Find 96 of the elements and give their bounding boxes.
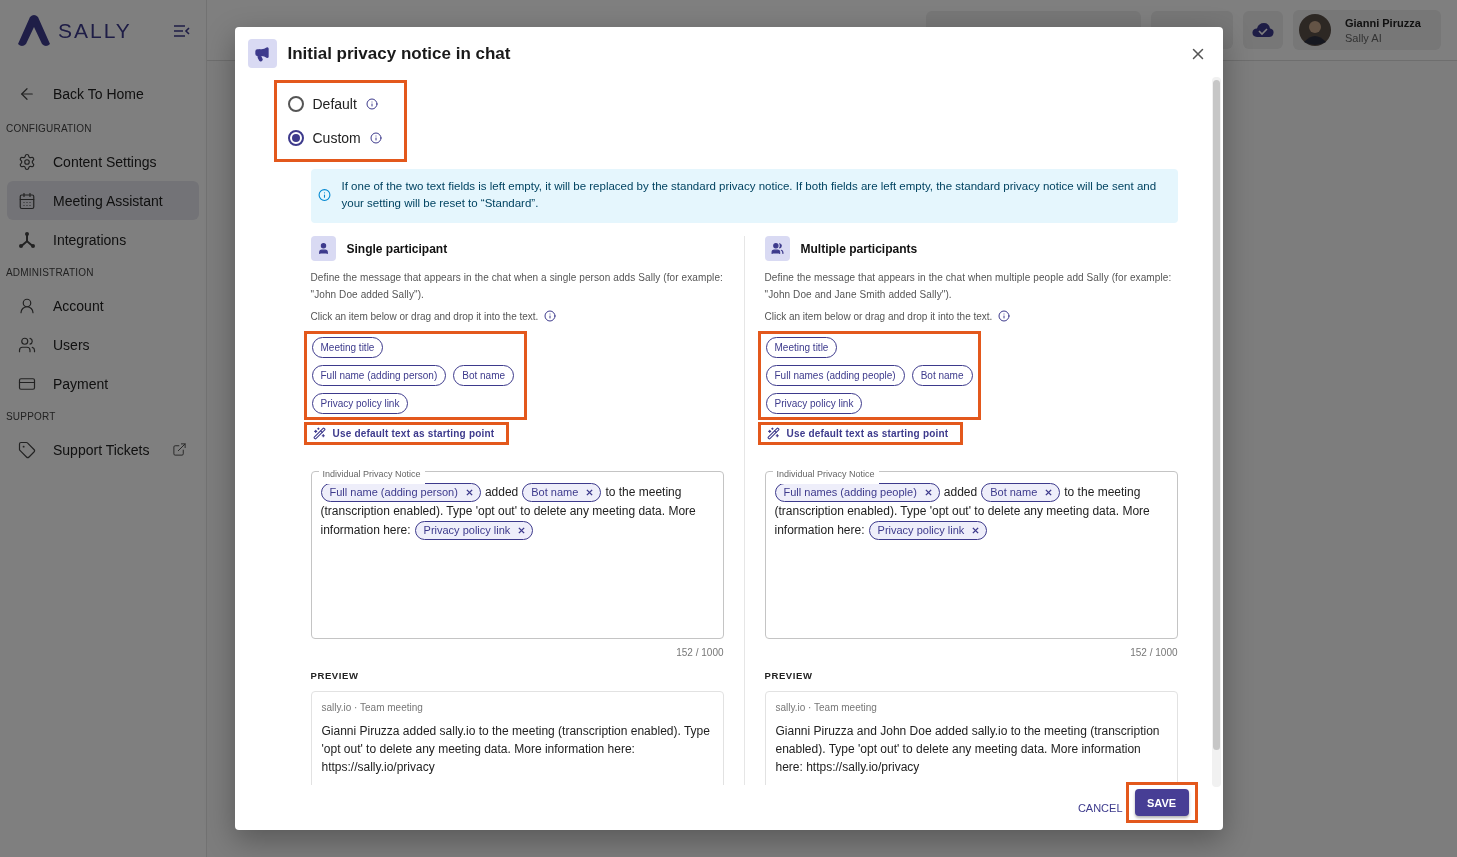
sidebar-item-label: Integrations [53,231,128,248]
default-text-button[interactable]: Use default text as starting point [760,425,961,442]
radio-label: Custom [312,130,361,146]
section-title: ADMINISTRATION [5,266,95,280]
wand-icon [766,427,780,440]
token-chip[interactable]: Privacy policy link [868,521,988,540]
editor-text: (transcription enabled). Type 'opt out' to delete any meeting data. More [320,503,696,520]
sidebar-item-label: Content Settings [53,153,158,170]
description: Define the message that appears in the chat when multiple people add Sally (for example: "John Doe and Jane Smith added Sally"). [764,271,1173,302]
preview-meta: sally.io · Team meeting [775,702,878,713]
cancel-button[interactable]: CANCEL [1075,797,1125,818]
token-chip[interactable]: Bot name [522,483,602,502]
user-card[interactable]: Gianni Piruzza Sally AI [1293,10,1441,50]
token-chip[interactable]: Full names (adding people) [765,365,905,386]
sidebar-item-label: Payment [53,375,110,392]
user-role: Sally AI [1345,31,1383,44]
preview-label: PREVIEW [310,670,360,681]
character-counter: 152 / 1000 [1129,647,1178,658]
default-text-button[interactable]: Use default text as starting point [306,425,507,442]
logo-icon [16,14,52,48]
info-icon[interactable] [369,132,382,144]
remove-icon[interactable] [1045,489,1053,496]
section-title: Single participant [346,241,448,256]
radio-label: Default [312,96,357,112]
preview-label: PREVIEW [764,670,814,681]
token-chip[interactable]: Full names (adding people) [774,483,940,502]
radio-button[interactable] [287,96,304,112]
preview-meta: sally.io · Team meeting [321,702,424,713]
remove-icon[interactable] [924,489,932,496]
remove-icon[interactable] [972,527,980,534]
megaphone-icon [254,45,270,62]
token-chip[interactable]: Meeting title [311,337,384,358]
menu-collapse-icon[interactable] [174,25,190,37]
sidebar-item[interactable]: Account [7,286,199,325]
logo-text: SALLY [58,19,133,43]
token-chip[interactable]: Full name (adding person) [320,483,481,502]
editor-text: to the meeting [605,484,682,501]
preview-message: Gianni Piruzza and John Doe added sally.io to the meeting (transcription enabled). Type 'opt out' to delete any meeting data. More information here: https://sally.io/privacy [775,723,1161,776]
token-chip[interactable]: Bot name [981,483,1061,502]
character-counter: 152 / 1000 [675,647,724,658]
gear-icon [18,152,36,171]
info-icon[interactable] [544,310,557,322]
info-text: If one of the two text fields is left empty, it will be replaced by the standard privacy notice. If both fields are left empty, the standard privacy notice will be sent and your setting will be reset to “Standard”. [341,179,1158,211]
sidebar-item[interactable]: Support Tickets [7,430,199,469]
remove-icon[interactable] [465,489,473,496]
sidebar-item-label: Support Tickets [53,441,151,458]
info-icon[interactable] [998,310,1011,322]
tag-icon [18,440,36,459]
editor-text: to the meeting [1064,484,1141,501]
editor-text: information here: [320,522,411,539]
section-title: Multiple participants [800,241,918,256]
hint-text: Click an item below or drag and drop it into the text. [764,310,993,322]
sidebar-item[interactable]: Meeting Assistant [7,181,199,220]
token-chip[interactable]: Privacy policy link [414,521,534,540]
sidebar-item-label: Meeting Assistant [53,192,164,209]
people-icon [18,335,36,354]
editor-text: added [484,484,519,501]
token-chip[interactable]: Meeting title [765,337,838,358]
editor-text: added [943,484,978,501]
hint-text: Click an item below or drag and drop it into the text. [310,310,539,322]
remove-icon[interactable] [518,527,526,534]
remove-icon[interactable] [586,489,594,496]
cloud-check-icon[interactable] [1252,22,1274,38]
person-icon [316,242,330,255]
sidebar-item-label: Account [53,297,105,314]
description: Define the message that appears in the chat when a single person adds Sally (for example: "John Doe added Sally"). [310,271,724,302]
sidebar-item[interactable]: Users [7,325,199,364]
editor-text: (transcription enabled). Type 'opt out' to delete any meeting data. More [774,503,1150,520]
calendar-icon [18,191,36,210]
info-icon[interactable] [365,98,378,110]
info-icon [317,187,331,203]
people-icon [770,242,784,255]
sync-button[interactable] [1243,11,1283,49]
scrollbar[interactable] [1211,77,1221,787]
person-icon [18,296,36,315]
section-title: CONFIGURATION [5,122,93,136]
sidebar-item[interactable]: Payment [7,364,199,403]
sidebar-item[interactable]: Integrations [7,220,199,259]
section-title: SUPPORT [5,410,57,424]
sidebar-item[interactable]: Content Settings [7,142,199,181]
token-chip[interactable]: Privacy policy link [765,393,863,414]
wand-icon [312,427,326,440]
user-name: Gianni Piruzza [1345,16,1421,29]
avatar [1299,14,1331,46]
token-chip[interactable]: Bot name [911,365,973,386]
token-chip[interactable]: Bot name [453,365,515,386]
token-chip[interactable]: Privacy policy link [311,393,409,414]
sidebar-item-label: Users [53,336,91,353]
save-button[interactable]: SAVE [1134,789,1189,816]
radio-button[interactable] [287,130,304,146]
branches-icon [18,230,36,249]
back-link[interactable]: Back To Home [7,74,199,113]
dialog-title: Initial privacy notice in chat [287,43,512,64]
token-chip[interactable]: Full name (adding person) [311,365,447,386]
editor-text: information here: [774,522,865,539]
preview-message: Gianni Piruzza added sally.io to the meeting (transcription enabled). Type 'opt out' to delete any meeting data. More information here: https://sally.io/privacy [321,723,711,776]
